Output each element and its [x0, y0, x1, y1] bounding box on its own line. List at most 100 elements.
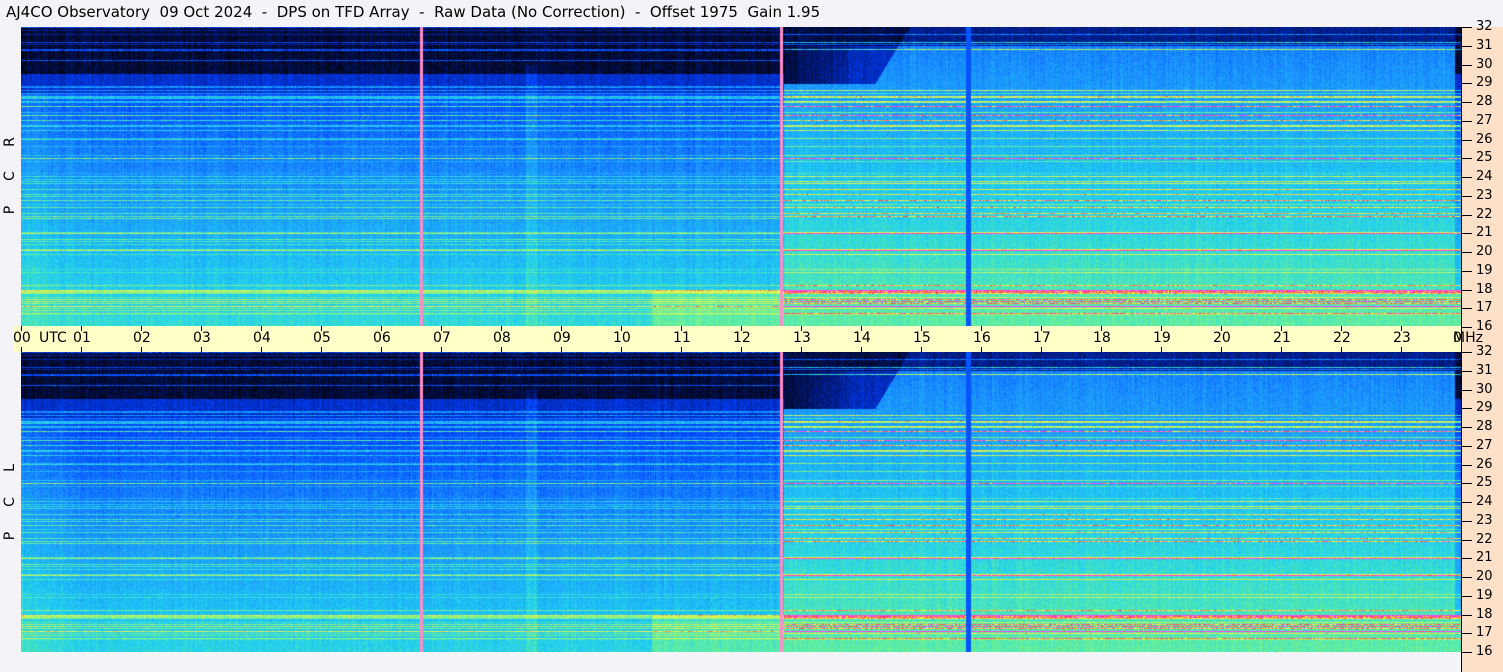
time-tick-label: 15: [913, 330, 931, 346]
freq-tick: [1462, 577, 1472, 578]
freq-tick: [1462, 158, 1472, 160]
time-tick-label: 16: [973, 330, 991, 346]
freq-tick-label: 22: [1476, 531, 1493, 547]
freq-tick: [1462, 252, 1472, 253]
time-tick-label: 05: [313, 330, 331, 346]
spectrogram-lcp-canvas: [21, 352, 1461, 652]
freq-tick: [1462, 464, 1472, 466]
time-tick-label: 11: [673, 330, 691, 346]
freq-tick-label: 20: [1476, 244, 1493, 259]
freq-tick-label: 21: [1476, 550, 1493, 566]
freq-tick-label: 28: [1476, 94, 1493, 109]
freq-tick: [1462, 520, 1472, 522]
panel-label-letter: C: [2, 171, 18, 181]
freq-tick: [1462, 139, 1472, 141]
freq-tick: [1462, 652, 1472, 653]
freq-tick-label: 24: [1476, 494, 1493, 509]
spectrogram-lcp: [21, 352, 1461, 652]
freq-tick-label: 32: [1476, 19, 1493, 34]
time-tick-label: 06: [373, 330, 391, 346]
freq-tick-label: 31: [1476, 37, 1493, 53]
freq-tick: [1462, 427, 1472, 428]
time-tick-label: 20: [1213, 330, 1231, 346]
time-tick-label: 01: [73, 330, 91, 346]
freq-tick-label: 17: [1476, 625, 1493, 641]
freq-tick: [1462, 177, 1472, 178]
panel-label-letter: P: [2, 205, 18, 215]
time-tick-label: 07: [433, 330, 451, 346]
frequency-unit-label: MHz: [1453, 330, 1483, 346]
time-tick-label: 02: [133, 330, 151, 346]
time-tick-label: 12: [733, 330, 751, 346]
freq-tick-label: 18: [1476, 281, 1493, 297]
freq-tick: [1462, 408, 1472, 410]
freq-tick: [1462, 289, 1472, 291]
freq-tick: [1462, 308, 1472, 310]
freq-tick-label: 21: [1476, 225, 1493, 241]
freq-tick-label: 26: [1476, 131, 1493, 147]
freq-tick: [1462, 27, 1472, 28]
freq-tick: [1462, 327, 1472, 328]
spectrogram-rcp-canvas: [21, 27, 1461, 327]
time-tick-label: 03: [193, 330, 211, 346]
freq-tick: [1462, 445, 1472, 447]
time-tick-label: 04: [253, 330, 271, 346]
freq-tick: [1462, 502, 1472, 503]
freq-tick-label: 31: [1476, 362, 1493, 378]
time-tick-label: 10: [613, 330, 631, 346]
panel-label-letter: C: [2, 497, 18, 507]
freq-tick-label: 17: [1476, 300, 1493, 316]
time-tick-label: 18: [1093, 330, 1111, 346]
time-unit-label: UTC: [39, 330, 67, 346]
freq-tick-label: 23: [1476, 512, 1493, 528]
freq-tick-label: 25: [1476, 150, 1493, 166]
freq-tick: [1462, 233, 1472, 235]
freq-tick: [1462, 214, 1472, 216]
freq-tick: [1462, 558, 1472, 560]
freq-tick-label: 24: [1476, 169, 1493, 184]
freq-tick: [1462, 45, 1472, 47]
freq-tick: [1462, 120, 1472, 122]
freq-tick-label: 19: [1476, 262, 1493, 278]
freq-tick-label: 23: [1476, 187, 1493, 203]
freq-tick: [1462, 270, 1472, 272]
freq-tick: [1462, 64, 1472, 66]
freq-tick-label: 30: [1476, 381, 1493, 397]
time-tick-label: 23: [1393, 330, 1411, 346]
time-tick-label: 09: [553, 330, 571, 346]
freq-tick: [1462, 102, 1472, 103]
freq-tick-label: 19: [1476, 587, 1493, 603]
freq-tick: [1462, 195, 1472, 197]
freq-tick-label: 27: [1476, 112, 1493, 128]
time-tick-label: 14: [853, 330, 871, 346]
freq-tick-label: 29: [1476, 75, 1493, 91]
time-tick-label: 19: [1153, 330, 1171, 346]
freq-tick-label: 30: [1476, 56, 1493, 72]
panel-label-letter: R: [2, 137, 18, 147]
panel-label-letter: P: [2, 531, 18, 541]
time-tick-label: 17: [1033, 330, 1051, 346]
freq-tick: [1462, 633, 1472, 635]
freq-tick: [1462, 614, 1472, 616]
freq-tick: [1462, 483, 1472, 485]
freq-tick-label: 25: [1476, 475, 1493, 491]
freq-tick: [1462, 389, 1472, 391]
time-axis: 00 01 02 03 04 05 06 07 08 09 10 11 12 13 14 15 16 17 18 19…: [13, 326, 1471, 352]
freq-tick-label: 16: [1476, 644, 1493, 659]
freq-tick-label: 22: [1476, 206, 1493, 222]
time-tick-label: 22: [1333, 330, 1351, 346]
freq-tick-label: 32: [1476, 344, 1493, 359]
freq-tick: [1462, 352, 1472, 353]
time-tick-label: 08: [493, 330, 511, 346]
frequency-axis: 32 31 30 29 28 27 26 25 24 23 22 21 20 19 18 17 16 32 31 30…: [1461, 19, 1503, 672]
freq-tick: [1462, 539, 1472, 541]
freq-tick: [1462, 370, 1472, 372]
time-tick-label: 00: [13, 330, 31, 346]
freq-tick: [1462, 83, 1472, 85]
freq-tick-label: 27: [1476, 437, 1493, 453]
freq-tick-label: 26: [1476, 456, 1493, 472]
panel-label-letter: L: [2, 464, 18, 472]
chart-title: AJ4CO Observatory 09 Oct 2024 - DPS on T…: [6, 3, 821, 21]
freq-tick-label: 20: [1476, 569, 1493, 584]
time-tick-label: 21: [1273, 330, 1291, 346]
